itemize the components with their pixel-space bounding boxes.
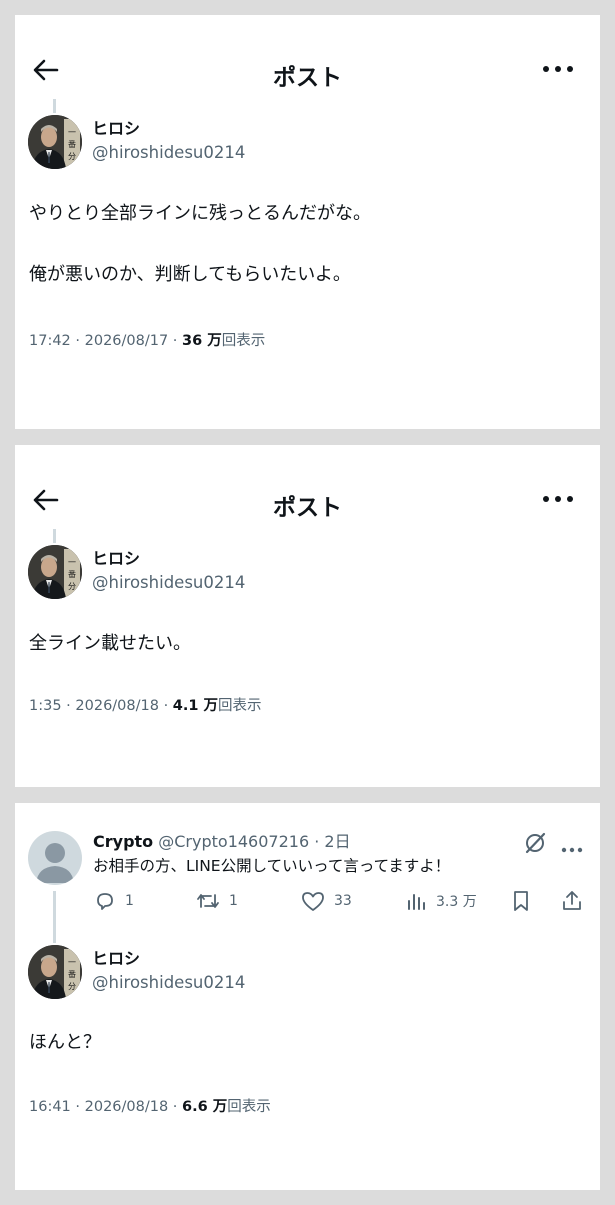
avatar[interactable] bbox=[28, 545, 82, 599]
more-button[interactable] bbox=[542, 489, 574, 509]
person-icon bbox=[36, 843, 74, 883]
like-count: 33 bbox=[334, 893, 352, 909]
post-text: やりとり全部ラインに残っとるんだがな。 俺が悪いのか、判断してもらいたいよ。 bbox=[29, 201, 586, 288]
views-count: 3.3 万 bbox=[436, 894, 477, 910]
author-name[interactable]: ヒロシ bbox=[92, 549, 140, 569]
more-dots-icon bbox=[543, 66, 573, 72]
post-text-line: 俺が悪いのか、判断してもらいたいよ。 bbox=[29, 264, 351, 285]
post-text: ほんと？ bbox=[29, 1030, 586, 1056]
reply-count: 1 bbox=[125, 893, 134, 909]
share-action[interactable] bbox=[560, 889, 592, 913]
reply-age[interactable]: 2日 bbox=[324, 832, 350, 851]
view-count: 36 万 bbox=[182, 333, 222, 349]
bookmark-action[interactable] bbox=[510, 889, 540, 913]
author-handle[interactable]: @hiroshidesu0214 bbox=[92, 572, 245, 594]
more-dots-icon bbox=[561, 847, 583, 853]
repost-count: 1 bbox=[229, 893, 238, 909]
author-name[interactable]: ヒロシ bbox=[92, 119, 140, 139]
thread-line bbox=[53, 529, 56, 543]
post-header: ポスト bbox=[15, 15, 600, 115]
more-dots-icon bbox=[543, 496, 573, 502]
post-meta: 17:42 · 2026/08/17 · 36 万回表示 bbox=[29, 331, 265, 351]
reply-header: Crypto @Crypto14607216 · 2日 bbox=[93, 831, 351, 853]
post-text-line: ほんと？ bbox=[29, 1032, 101, 1053]
post-header: ポスト bbox=[15, 445, 600, 545]
views-action[interactable]: 3.3 万 bbox=[406, 889, 477, 913]
post-text-line: やりとり全部ラインに残っとるんだがな。 bbox=[29, 203, 371, 224]
post-meta: 16:41 · 2026/08/18 · 6.6 万回表示 bbox=[29, 1097, 271, 1117]
bookmark-icon bbox=[514, 891, 528, 911]
thread-line bbox=[53, 99, 56, 113]
bar-chart-icon bbox=[408, 894, 425, 910]
post-text-line: 全ライン載せたい。 bbox=[29, 633, 191, 654]
post-timestamp[interactable]: 17:42 · 2026/08/17 · bbox=[29, 333, 182, 349]
like-action[interactable]: 33 bbox=[300, 889, 352, 913]
reply-more-button[interactable] bbox=[561, 839, 583, 858]
heart-icon bbox=[302, 892, 324, 911]
view-label: 回表示 bbox=[218, 698, 262, 714]
view-count: 4.1 万 bbox=[172, 698, 219, 714]
author-handle[interactable]: @hiroshidesu0214 bbox=[92, 142, 245, 164]
reply-action[interactable]: 1 bbox=[93, 889, 134, 913]
grok-icon bbox=[525, 832, 546, 854]
speech-bubble-icon bbox=[97, 893, 113, 910]
post-card-3: Crypto @Crypto14607216 · 2日 お相手の方、LINE公開… bbox=[15, 803, 600, 1190]
post-meta: 1:35 · 2026/08/18 · 4.1 万回表示 bbox=[29, 696, 262, 716]
view-label: 回表示 bbox=[227, 1099, 271, 1115]
repost-icon bbox=[197, 894, 219, 908]
view-count: 6.6 万 bbox=[182, 1099, 228, 1115]
grok-button[interactable] bbox=[523, 831, 547, 859]
page-title: ポスト bbox=[273, 65, 342, 91]
post-timestamp[interactable]: 1:35 · 2026/08/18 · bbox=[29, 698, 173, 714]
reply-author-name[interactable]: Crypto bbox=[93, 832, 153, 851]
more-button[interactable] bbox=[542, 59, 574, 79]
post-timestamp[interactable]: 16:41 · 2026/08/18 · bbox=[29, 1099, 182, 1115]
thread-line bbox=[53, 891, 56, 943]
post-card-2: ポスト ヒロシ @hiroshidesu0214 全ライン載せたい。 1:35 … bbox=[15, 445, 600, 787]
author-handle[interactable]: @hiroshidesu0214 bbox=[92, 972, 245, 994]
post-text: 全ライン載せたい。 bbox=[29, 631, 586, 657]
reply-author-handle[interactable]: @Crypto14607216 bbox=[158, 832, 309, 851]
repost-action[interactable]: 1 bbox=[195, 889, 238, 913]
post-card-1: ポスト ヒロシ @hiroshidesu0214 やりとり全部ラインに残っとるん… bbox=[15, 15, 600, 429]
avatar[interactable] bbox=[28, 945, 82, 999]
avatar[interactable] bbox=[28, 115, 82, 169]
view-label: 回表示 bbox=[221, 333, 266, 349]
share-icon bbox=[563, 891, 581, 910]
page-title: ポスト bbox=[273, 495, 342, 521]
default-avatar[interactable] bbox=[28, 831, 82, 885]
author-name[interactable]: ヒロシ bbox=[92, 949, 140, 969]
reply-text: お相手の方、LINE公開していいって言ってますよ！ bbox=[93, 857, 451, 875]
separator-dot: · bbox=[309, 832, 325, 851]
